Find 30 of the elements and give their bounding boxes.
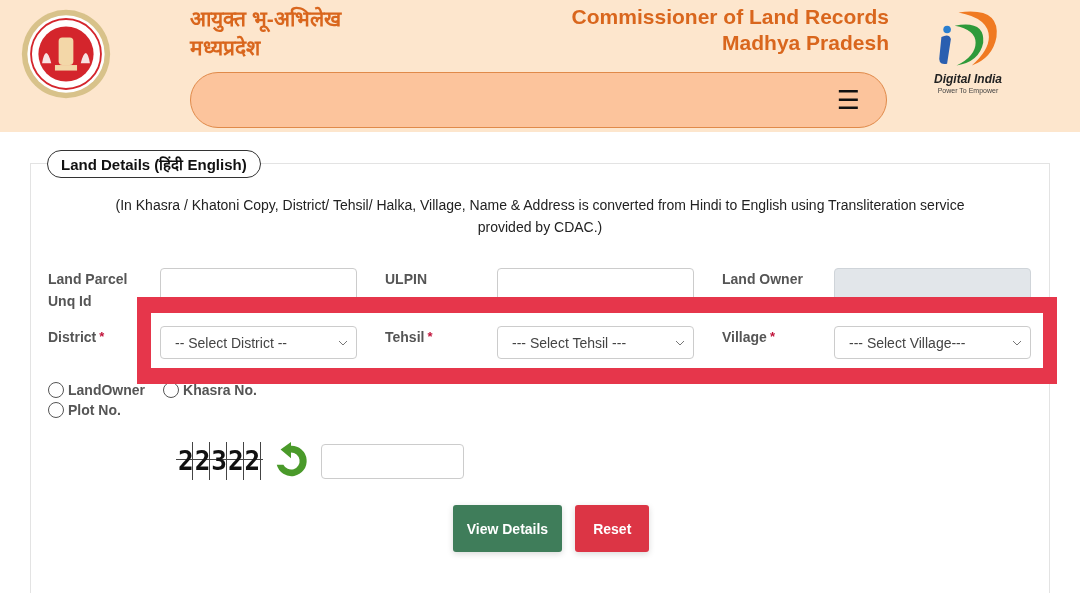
transliteration-note: (In Khasra / Khatoni Copy, District/ Tehsil/ Halka, Village, Name & Address is converted from Hindi to English using Transliteration service provided by CDAC.) — [114, 196, 966, 237]
header-subtitle: मध्यप्रदेश — [190, 34, 262, 61]
reset-button[interactable]: Reset — [575, 505, 650, 552]
select-field[interactable]: --- Select Tehsil --- — [497, 326, 694, 359]
field-label: ULPIN — [385, 271, 427, 287]
logo-name: Digital India — [933, 72, 1003, 86]
field-label: Land Owner — [722, 271, 803, 287]
submit-button[interactable]: View Details — [452, 505, 563, 552]
select-field[interactable]: -- Select District -- — [160, 326, 357, 359]
header-subtitle: Madhya Pradesh — [721, 30, 889, 56]
radio-option[interactable]: LandOwner — [48, 382, 145, 398]
emblem-logo-icon — [20, 8, 112, 100]
radio-option[interactable]: Plot No. — [48, 402, 121, 418]
field-label: Tehsil — [385, 329, 425, 345]
select-field[interactable]: --- Select Village--- — [834, 326, 1031, 359]
radio-option[interactable]: Khasra No. — [163, 382, 257, 398]
menu-button[interactable]: ☰ — [836, 85, 860, 115]
header-title: Commissioner of Land Records — [571, 4, 889, 30]
field-label: Land Parcel Unq Id — [48, 271, 128, 309]
required-asterisk: * — [99, 329, 105, 344]
chevron-down-icon — [338, 339, 348, 346]
chevron-down-icon — [1012, 339, 1022, 346]
field-label: District — [48, 329, 97, 345]
captcha-input-field[interactable] — [321, 443, 465, 479]
chevron-down-icon — [675, 339, 685, 346]
required-asterisk: * — [769, 329, 775, 344]
required-asterisk: * — [427, 329, 433, 344]
panel-legend: Land Details (हिंदी English) — [47, 150, 261, 178]
field-label: Village — [722, 329, 767, 345]
header-title: आयुक्त भू-अभिलेख — [190, 5, 341, 33]
